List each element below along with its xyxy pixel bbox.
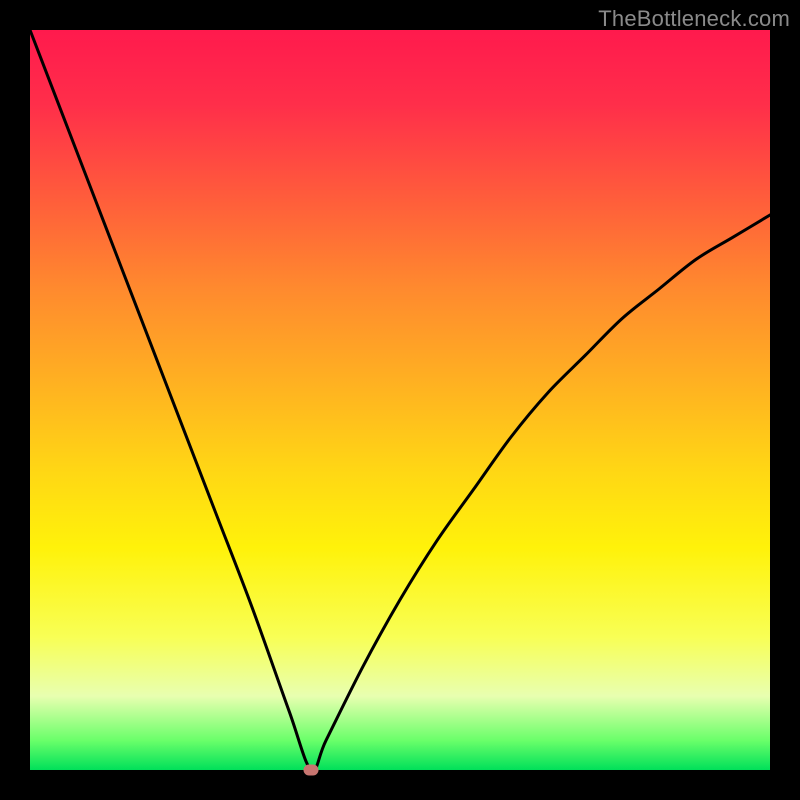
plot-area — [30, 30, 770, 770]
bottleneck-curve — [30, 30, 770, 770]
chart-frame: TheBottleneck.com — [0, 0, 800, 800]
minimum-marker — [304, 765, 319, 776]
watermark-text: TheBottleneck.com — [598, 6, 790, 32]
